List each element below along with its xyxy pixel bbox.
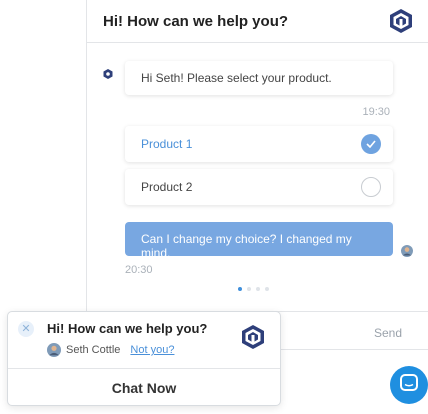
check-icon — [361, 134, 381, 154]
chat-now-button[interactable]: Chat Now — [8, 369, 280, 406]
agent-name: Seth Cottle — [66, 344, 121, 356]
chat-header: Hi! How can we help you? — [87, 0, 428, 43]
bot-message-time: 19:30 — [362, 106, 390, 118]
product-option-1[interactable]: Product 1 — [125, 126, 393, 162]
user-message-time: 20:30 — [125, 264, 153, 276]
radio-empty-icon — [361, 177, 381, 197]
product-option-label: Product 2 — [141, 180, 193, 194]
chat-launcher-button[interactable] — [390, 366, 428, 404]
close-icon[interactable]: ✕ — [18, 321, 34, 337]
user-message: Can I change my choice? I changed my min… — [125, 222, 393, 260]
bot-avatar-icon — [103, 66, 113, 79]
popup-title: Hi! How can we help you? — [47, 321, 208, 336]
chat-bubble-icon — [399, 373, 419, 398]
bot-message: Hi Seth! Please select your product. — [125, 61, 393, 95]
carousel-dot[interactable] — [238, 287, 242, 291]
product-option-label: Product 1 — [141, 137, 193, 151]
user-avatar — [401, 244, 413, 257]
carousel-dot[interactable] — [256, 287, 260, 291]
carousel-dots — [238, 287, 269, 291]
agent-avatar — [47, 343, 61, 357]
popup-agent: Seth Cottle Not you? — [47, 343, 174, 357]
chat-header-title: Hi! How can we help you? — [103, 12, 289, 30]
chat-popup: ✕ Hi! How can we help you? Seth Cottle N… — [7, 311, 281, 406]
chat-window: Hi! How can we help you? Hi Seth! Please… — [86, 0, 428, 350]
brand-logo-icon — [240, 324, 266, 350]
not-you-link[interactable]: Not you? — [130, 344, 174, 356]
carousel-dot[interactable] — [247, 287, 251, 291]
send-button[interactable]: Send — [374, 326, 402, 340]
carousel-dot[interactable] — [265, 287, 269, 291]
product-option-2[interactable]: Product 2 — [125, 169, 393, 205]
brand-logo-icon — [388, 8, 414, 34]
